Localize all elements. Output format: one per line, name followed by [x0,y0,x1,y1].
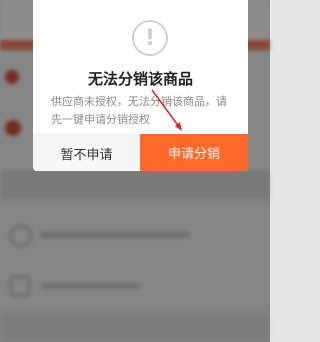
dialog-button-row: 暂不申请 申请分销 [33,134,248,171]
alert-circle-icon: ! [132,20,168,56]
cancel-button[interactable]: 暂不申请 [33,134,140,171]
dialog-title: 无法分销该商品 [87,70,193,88]
apply-distribution-button[interactable]: 申请分销 [140,134,248,171]
distribution-dialog: ! 无法分销该商品 供应商未授权，无法分销该商品，请先一键申请分销授权 暂不申请… [33,0,248,171]
dialog-message: 供应商未授权，无法分销该商品，请先一键申请分销授权 [51,95,227,126]
